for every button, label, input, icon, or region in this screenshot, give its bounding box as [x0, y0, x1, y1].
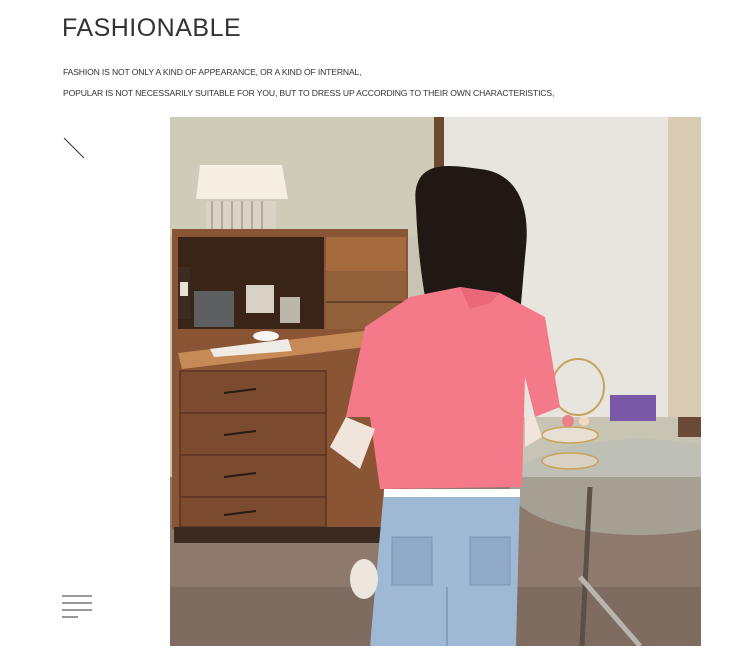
menu-lines-icon — [62, 595, 92, 618]
page-title: FASHIONABLE — [62, 14, 242, 42]
diagonal-line-icon — [63, 137, 85, 159]
subtitle-line-2: POPULAR IS NOT NECESSARILY SUITABLE FOR … — [63, 88, 555, 98]
model-photo — [170, 117, 701, 646]
subtitle-line-1: FASHION IS NOT ONLY A KIND OF APPEARANCE… — [63, 67, 362, 77]
